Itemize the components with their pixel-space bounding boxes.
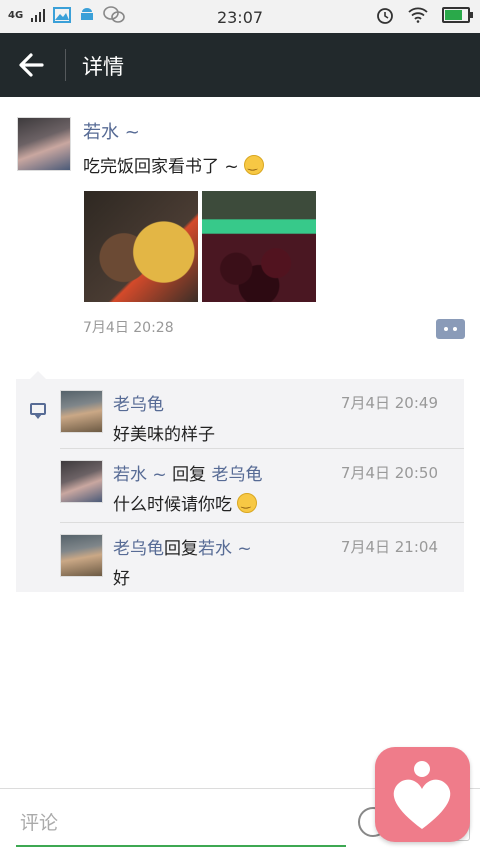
reply-label: 回复 xyxy=(164,539,198,559)
commenter-avatar[interactable] xyxy=(60,534,103,577)
floating-heart-button[interactable] xyxy=(375,747,470,842)
comment-header: 老乌龟回复若水 ~ xyxy=(113,534,252,559)
app-bar: 详情 xyxy=(0,33,480,97)
comment-header: 若水 ~ 回复 老乌龟 xyxy=(113,460,262,485)
comment-time: 7月4日 20:50 xyxy=(340,464,438,482)
comment-author[interactable]: 老乌龟 xyxy=(113,395,164,415)
comment-time: 7月4日 20:49 xyxy=(340,394,438,412)
reply-target[interactable]: 老乌龟 xyxy=(211,465,262,485)
comment-header: 老乌龟 xyxy=(113,390,164,415)
title-divider xyxy=(65,49,66,81)
comment-icon xyxy=(30,403,46,419)
comments-section: 老乌龟 7月4日 20:49 好美味的样子 若水 ~ 回复 老乌龟 7月4日 2… xyxy=(16,371,464,592)
commenter-avatar[interactable] xyxy=(60,390,103,433)
smile-emoji-icon xyxy=(244,155,265,175)
comment-divider xyxy=(60,522,464,523)
comment-input[interactable] xyxy=(18,811,342,835)
comment-divider xyxy=(60,448,464,449)
reply-label: 回复 xyxy=(172,465,207,485)
smile-emoji-icon xyxy=(237,493,258,513)
post-photo-food[interactable] xyxy=(84,191,198,302)
heart-icon xyxy=(393,761,451,829)
post-author[interactable]: 若水 ~ xyxy=(83,118,140,144)
comment-author[interactable]: 若水 ~ xyxy=(113,465,167,485)
post-time: 7月4日 20:28 xyxy=(83,320,174,336)
comment-like-menu-button[interactable] xyxy=(436,319,465,339)
post-text: 吃完饭回家看书了 ~ xyxy=(83,152,265,177)
comment-text: 好美味的样子 xyxy=(113,425,215,445)
post-text-content: 吃完饭回家看书了 ~ xyxy=(83,157,239,177)
comment-text-content: 什么时候请你吃 xyxy=(113,495,232,515)
battery-icon xyxy=(442,7,473,23)
input-underline xyxy=(16,845,346,847)
status-bar: 4G 23:07 xyxy=(0,0,480,33)
alarm-icon xyxy=(377,8,393,24)
author-avatar[interactable] xyxy=(17,117,71,171)
page-title: 详情 xyxy=(82,55,124,79)
comment-author[interactable]: 老乌龟 xyxy=(113,539,164,559)
wifi-icon xyxy=(408,7,428,23)
back-arrow-icon[interactable] xyxy=(14,49,50,81)
comment-time: 7月4日 21:04 xyxy=(340,538,438,556)
comment-text: 好 xyxy=(113,569,130,589)
post-photo-cherries[interactable] xyxy=(202,191,316,302)
comment-text: 什么时候请你吃 xyxy=(113,490,258,515)
commenter-avatar[interactable] xyxy=(60,460,103,503)
reply-target[interactable]: 若水 ~ xyxy=(198,539,252,559)
